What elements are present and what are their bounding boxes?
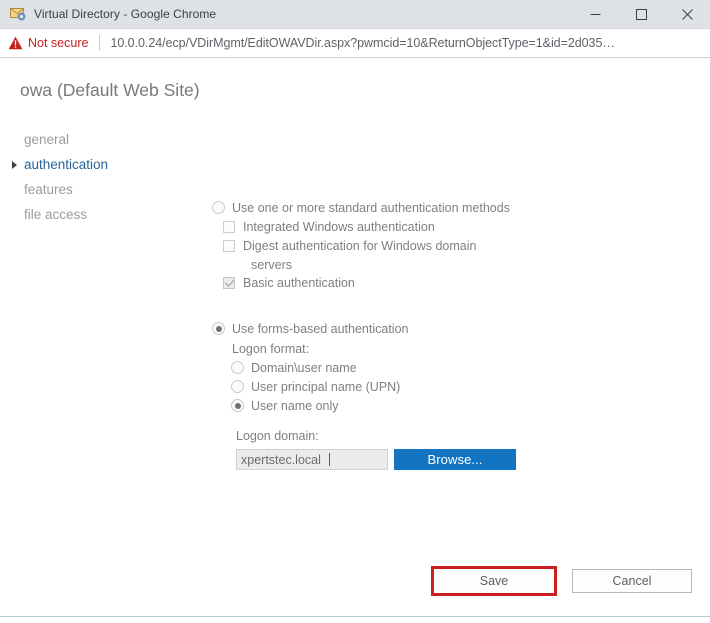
omnibox-divider bbox=[99, 35, 101, 51]
save-button-highlight: Save bbox=[431, 566, 557, 596]
logon-domain-label: Logon domain: bbox=[236, 429, 319, 443]
logon-domain-input-wrap bbox=[236, 449, 388, 470]
logon-domain-block: Logon domain: Browse... bbox=[236, 428, 542, 470]
nav-item-label: authentication bbox=[24, 157, 109, 172]
bottom-divider bbox=[0, 616, 710, 617]
maximize-button[interactable] bbox=[618, 0, 664, 29]
radio-indicator bbox=[212, 201, 225, 214]
logon-format-label: Logon format: bbox=[232, 342, 310, 356]
radio-user-principal-name-label: User principal name (UPN) bbox=[251, 380, 401, 394]
radio-user-name-only[interactable]: User name only bbox=[231, 398, 542, 415]
radio-indicator bbox=[231, 399, 244, 412]
radio-forms-based-auth-label: Use forms-based authentication bbox=[232, 322, 409, 336]
page-title: owa (Default Web Site) bbox=[20, 80, 200, 100]
nav-item-label: features bbox=[24, 182, 73, 197]
url-text[interactable]: 10.0.0.24/ecp/VDirMgmt/EditOWAVDir.aspx?… bbox=[110, 36, 614, 50]
page-content: owa (Default Web Site) general authentic… bbox=[0, 58, 710, 622]
radio-indicator bbox=[231, 380, 244, 393]
nav-item-features[interactable]: features bbox=[19, 177, 184, 202]
warning-triangle-icon bbox=[8, 36, 23, 50]
radio-indicator bbox=[212, 322, 225, 335]
logon-domain-row: Browse... bbox=[236, 449, 542, 470]
authentication-form: Use one or more standard authentication … bbox=[212, 200, 542, 470]
logon-domain-input[interactable] bbox=[236, 449, 388, 470]
window-controls bbox=[572, 0, 710, 29]
radio-domain-user-name-label: Domain\user name bbox=[251, 361, 357, 375]
form-actions: Save Cancel bbox=[431, 566, 692, 596]
security-status[interactable]: Not secure bbox=[8, 36, 88, 50]
section-nav: general authentication features file acc… bbox=[12, 127, 184, 227]
cancel-button[interactable]: Cancel bbox=[572, 569, 692, 593]
radio-standard-auth-label: Use one or more standard authentication … bbox=[232, 201, 510, 215]
minimize-button[interactable] bbox=[572, 0, 618, 29]
radio-user-principal-name[interactable]: User principal name (UPN) bbox=[231, 379, 542, 396]
mail-gear-icon bbox=[10, 6, 26, 22]
save-button[interactable]: Save bbox=[434, 569, 554, 593]
nav-item-file-access[interactable]: file access bbox=[19, 202, 184, 227]
nav-item-general[interactable]: general bbox=[19, 127, 184, 152]
checkbox-digest-auth-label-line2: servers bbox=[251, 258, 292, 272]
checkbox-indicator bbox=[223, 277, 235, 289]
checkbox-basic-auth[interactable]: Basic authentication bbox=[223, 275, 542, 292]
nav-item-authentication[interactable]: authentication bbox=[12, 152, 184, 177]
checkbox-indicator bbox=[223, 240, 235, 252]
radio-domain-user-name[interactable]: Domain\user name bbox=[231, 360, 542, 377]
radio-user-name-only-label: User name only bbox=[251, 399, 339, 413]
checkbox-basic-auth-label: Basic authentication bbox=[243, 276, 355, 290]
chrome-window: Virtual Directory - Google Chrome Not se… bbox=[0, 0, 710, 623]
nav-item-label: general bbox=[24, 132, 70, 147]
caret-right-icon bbox=[12, 160, 17, 169]
radio-forms-based-auth[interactable]: Use forms-based authentication bbox=[212, 321, 542, 338]
checkbox-integrated-windows-auth[interactable]: Integrated Windows authentication bbox=[223, 219, 542, 236]
close-button[interactable] bbox=[664, 0, 710, 29]
checkbox-indicator bbox=[223, 221, 235, 233]
checkbox-integrated-windows-auth-label: Integrated Windows authentication bbox=[243, 220, 435, 234]
not-secure-label: Not secure bbox=[28, 36, 89, 50]
checkbox-digest-auth-label: Digest authentication for Windows domain bbox=[243, 239, 477, 253]
omnibox[interactable]: Not secure 10.0.0.24/ecp/VDirMgmt/EditOW… bbox=[0, 29, 710, 58]
window-title: Virtual Directory - Google Chrome bbox=[34, 7, 217, 21]
nav-item-label: file access bbox=[24, 207, 88, 222]
text-cursor bbox=[329, 453, 330, 466]
title-bar: Virtual Directory - Google Chrome bbox=[0, 0, 710, 29]
radio-standard-auth[interactable]: Use one or more standard authentication … bbox=[212, 200, 542, 217]
checkbox-digest-auth[interactable]: Digest authentication for Windows domain bbox=[223, 238, 542, 255]
browse-button[interactable]: Browse... bbox=[394, 449, 516, 470]
radio-indicator bbox=[231, 361, 244, 374]
